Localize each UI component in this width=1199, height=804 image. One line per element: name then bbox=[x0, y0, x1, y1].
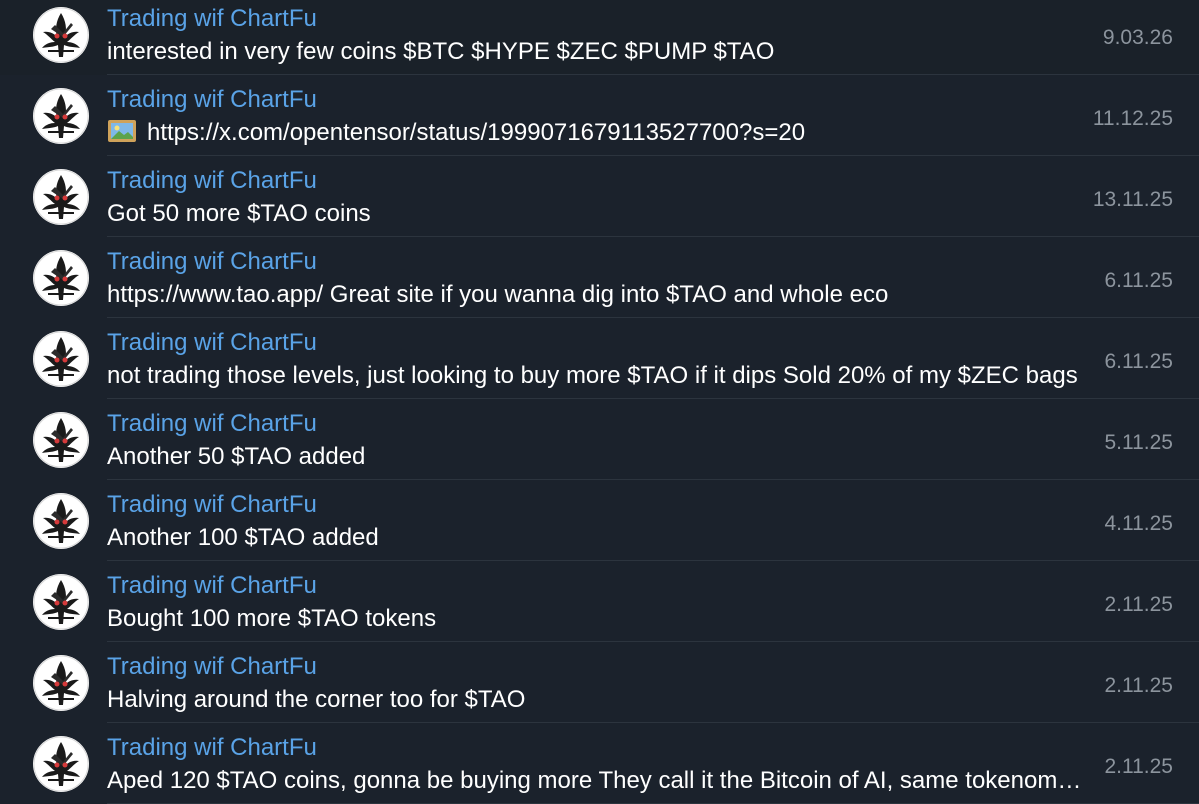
channel-avatar-icon bbox=[33, 88, 89, 144]
channel-avatar-icon bbox=[33, 331, 89, 387]
message-date: 6.11.25 bbox=[1104, 350, 1173, 373]
message-text: Another 100 $TAO added bbox=[107, 524, 379, 551]
message-text: Another 50 $TAO added bbox=[107, 443, 366, 470]
chat-row-5[interactable]: Trading wif ChartFu not trading those le… bbox=[0, 318, 1199, 399]
message-date: 2.11.25 bbox=[1104, 593, 1173, 616]
message-text: https://x.com/opentensor/status/19990716… bbox=[147, 119, 806, 146]
chat-title: Trading wif ChartFu bbox=[107, 329, 317, 356]
channel-avatar-icon bbox=[33, 736, 89, 792]
channel-avatar-icon bbox=[33, 412, 89, 468]
chat-title: Trading wif ChartFu bbox=[107, 572, 317, 599]
message-date: 2.11.25 bbox=[1104, 674, 1173, 697]
channel-avatar-icon bbox=[33, 250, 89, 306]
channel-avatar-icon bbox=[33, 169, 89, 225]
image-thumbnail-icon bbox=[107, 119, 137, 143]
message-date: 6.11.25 bbox=[1104, 269, 1173, 292]
channel-avatar-icon bbox=[33, 574, 89, 630]
message-text: Got 50 more $TAO coins bbox=[107, 200, 371, 227]
message-text: Halving around the corner too for $TAO bbox=[107, 686, 526, 713]
channel-avatar-icon bbox=[33, 7, 89, 63]
message-text: not trading those levels, just looking t… bbox=[107, 362, 1078, 389]
message-date: 2.11.25 bbox=[1104, 755, 1173, 778]
chat-title: Trading wif ChartFu bbox=[107, 86, 317, 113]
chat-title: Trading wif ChartFu bbox=[107, 734, 317, 761]
chat-row-6[interactable]: Trading wif ChartFu Another 50 $TAO adde… bbox=[0, 399, 1199, 480]
message-text: https://www.tao.app/ Great site if you w… bbox=[107, 281, 889, 308]
message-preview: Halving around the corner too for $TAO bbox=[107, 686, 1082, 714]
message-text: interested in very few coins $BTC $HYPE … bbox=[107, 38, 775, 65]
chat-row-2[interactable]: Trading wif ChartFu https://x.com/opente… bbox=[0, 75, 1199, 156]
chat-list: Trading wif ChartFu interested in very f… bbox=[0, 0, 1199, 804]
chat-title: Trading wif ChartFu bbox=[107, 5, 317, 32]
chat-row-7[interactable]: Trading wif ChartFu Another 100 $TAO add… bbox=[0, 480, 1199, 561]
message-date: 5.11.25 bbox=[1104, 431, 1173, 454]
chat-title: Trading wif ChartFu bbox=[107, 491, 317, 518]
message-text: Aped 120 $TAO coins, gonna be buying mor… bbox=[107, 767, 1082, 794]
message-preview: Got 50 more $TAO coins bbox=[107, 200, 1082, 228]
channel-avatar-icon bbox=[33, 493, 89, 549]
chat-title: Trading wif ChartFu bbox=[107, 653, 317, 680]
chat-row-9[interactable]: Trading wif ChartFu Halving around the c… bbox=[0, 642, 1199, 723]
message-preview: https://www.tao.app/ Great site if you w… bbox=[107, 281, 1082, 309]
chat-title: Trading wif ChartFu bbox=[107, 248, 317, 275]
message-preview: Bought 100 more $TAO tokens bbox=[107, 605, 1082, 633]
message-preview: Aped 120 $TAO coins, gonna be buying mor… bbox=[107, 767, 1082, 795]
chat-title: Trading wif ChartFu bbox=[107, 410, 317, 437]
message-text: Bought 100 more $TAO tokens bbox=[107, 605, 437, 632]
message-date: 4.11.25 bbox=[1104, 512, 1173, 535]
message-preview: Another 100 $TAO added bbox=[107, 524, 1082, 552]
message-preview: https://x.com/opentensor/status/19990716… bbox=[107, 119, 1082, 147]
message-date: 13.11.25 bbox=[1092, 188, 1173, 211]
chat-row-3[interactable]: Trading wif ChartFu Got 50 more $TAO coi… bbox=[0, 156, 1199, 237]
message-preview: Another 50 $TAO added bbox=[107, 443, 1082, 471]
chat-row-8[interactable]: Trading wif ChartFu Bought 100 more $TAO… bbox=[0, 561, 1199, 642]
message-preview: interested in very few coins $BTC $HYPE … bbox=[107, 38, 1082, 66]
chat-title: Trading wif ChartFu bbox=[107, 167, 317, 194]
message-preview: not trading those levels, just looking t… bbox=[107, 362, 1082, 390]
chat-row-10[interactable]: Trading wif ChartFu Aped 120 $TAO coins,… bbox=[0, 723, 1199, 804]
chat-row-4[interactable]: Trading wif ChartFu https://www.tao.app/… bbox=[0, 237, 1199, 318]
message-date: 9.03.26 bbox=[1102, 26, 1173, 49]
chat-row-1[interactable]: Trading wif ChartFu interested in very f… bbox=[0, 0, 1199, 75]
message-date: 11.12.25 bbox=[1092, 107, 1173, 130]
channel-avatar-icon bbox=[33, 655, 89, 711]
